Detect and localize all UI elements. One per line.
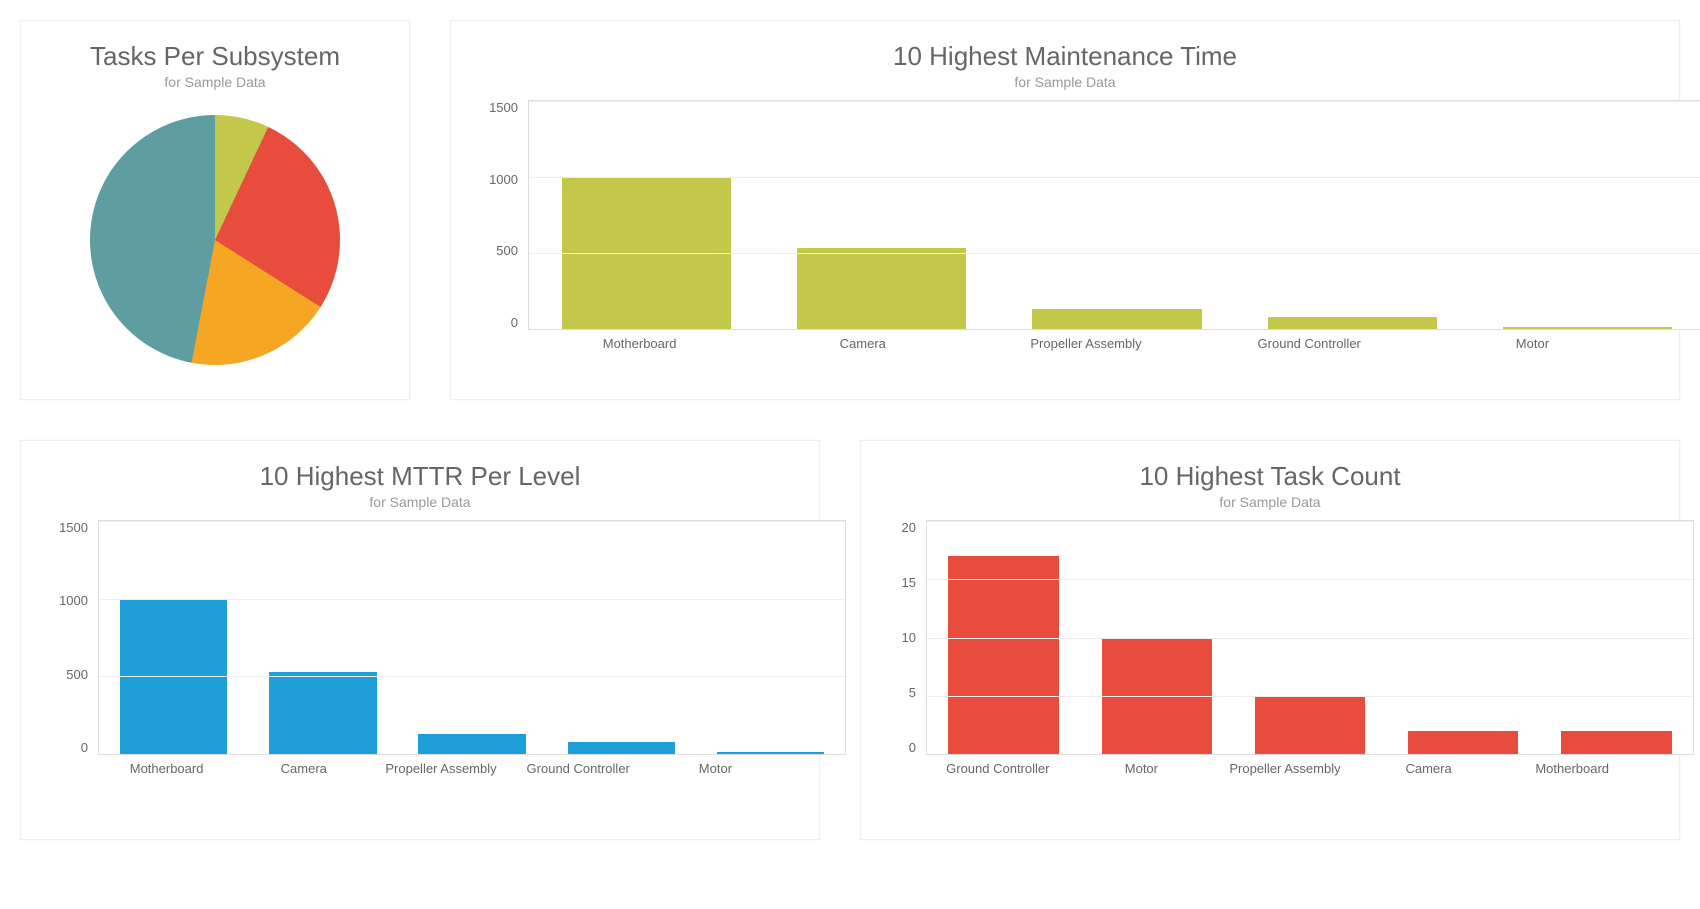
y-tick-label: 1000	[59, 593, 88, 608]
x-tick-label: Camera	[751, 336, 974, 351]
bar-slot	[547, 521, 696, 754]
gridline	[99, 521, 845, 522]
bar-slot	[397, 521, 546, 754]
gridline	[529, 177, 1700, 178]
bar	[797, 248, 966, 329]
bar	[418, 734, 525, 754]
bar	[1503, 327, 1672, 329]
chart-subtitle: for Sample Data	[476, 74, 1654, 90]
x-tick-label: Propeller Assembly	[1213, 761, 1357, 776]
bar	[948, 556, 1058, 754]
x-tick-label: Motor	[647, 761, 784, 776]
y-tick-label: 20	[902, 520, 916, 535]
bar	[1032, 309, 1201, 329]
bar-chart: 150010005000	[98, 520, 846, 755]
bar-slot	[764, 101, 999, 329]
x-tick-label: Motor	[1070, 761, 1214, 776]
bar	[1255, 696, 1365, 754]
x-tick-label: Propeller Assembly	[974, 336, 1197, 351]
gridline	[99, 676, 845, 677]
bar	[269, 672, 376, 754]
pie-chart	[46, 100, 384, 380]
x-tick-label: Motherboard	[98, 761, 235, 776]
x-tick-label: Camera	[235, 761, 372, 776]
chart-subtitle: for Sample Data	[46, 74, 384, 90]
panel-highest-maintenance-time: 10 Highest Maintenance Time for Sample D…	[450, 20, 1680, 400]
gridline	[529, 253, 1700, 254]
y-tick-label: 1500	[59, 520, 88, 535]
x-tick-label: Camera	[1357, 761, 1501, 776]
y-tick-label: 500	[496, 243, 518, 258]
y-tick-label: 5	[909, 685, 916, 700]
x-axis-labels: MotherboardCameraPropeller AssemblyGroun…	[528, 336, 1644, 351]
x-tick-label: Motor	[1421, 336, 1644, 351]
bar	[1561, 731, 1671, 754]
bar-chart: 20151050	[926, 520, 1694, 755]
bar-slot	[99, 521, 248, 754]
gridline	[927, 638, 1693, 639]
chart-title: Tasks Per Subsystem	[46, 41, 384, 72]
x-tick-label: Ground Controller	[926, 761, 1070, 776]
x-tick-label: Motherboard	[1500, 761, 1644, 776]
x-tick-label: Motherboard	[528, 336, 751, 351]
y-tick-label: 0	[511, 315, 518, 330]
chart-title: 10 Highest MTTR Per Level	[46, 461, 794, 492]
y-tick-label: 0	[909, 740, 916, 755]
y-tick-label: 1000	[489, 172, 518, 187]
panel-highest-task-count: 10 Highest Task Count for Sample Data 20…	[860, 440, 1680, 840]
bar-slot	[529, 101, 764, 329]
x-tick-label: Ground Controller	[510, 761, 647, 776]
y-axis: 1500 1000 500 0	[46, 520, 94, 755]
y-axis: 1500 1000 500 0	[476, 100, 524, 330]
bar-slot	[999, 101, 1234, 329]
dashboard: Tasks Per Subsystem for Sample Data 10 H…	[0, 0, 1700, 860]
x-tick-label: Ground Controller	[1198, 336, 1421, 351]
bars	[99, 521, 845, 754]
y-tick-label: 1500	[489, 100, 518, 115]
chart-subtitle: for Sample Data	[886, 494, 1654, 510]
dashboard-row-1: Tasks Per Subsystem for Sample Data 10 H…	[20, 20, 1680, 400]
bar-chart: 150010005000	[528, 100, 1700, 330]
y-tick-label: 500	[66, 667, 88, 682]
gridline	[529, 101, 1700, 102]
bars	[529, 101, 1700, 329]
y-tick-label: 0	[81, 740, 88, 755]
panel-tasks-per-subsystem: Tasks Per Subsystem for Sample Data	[20, 20, 410, 400]
bar	[1268, 317, 1437, 329]
y-tick-label: 15	[902, 575, 916, 590]
plot-area	[98, 520, 846, 755]
gridline	[927, 579, 1693, 580]
y-axis: 20 15 10 5 0	[886, 520, 922, 755]
chart-title: 10 Highest Maintenance Time	[476, 41, 1654, 72]
chart-title: 10 Highest Task Count	[886, 461, 1654, 492]
bar	[1408, 731, 1518, 754]
bar	[717, 752, 824, 754]
plot-area	[926, 520, 1694, 755]
chart-subtitle: for Sample Data	[46, 494, 794, 510]
gridline	[927, 696, 1693, 697]
bar-slot	[696, 521, 845, 754]
bar	[568, 742, 675, 754]
plot-area	[528, 100, 1700, 330]
dashboard-row-2: 10 Highest MTTR Per Level for Sample Dat…	[20, 440, 1680, 840]
x-axis-labels: Ground ControllerMotorPropeller Assembly…	[926, 761, 1644, 776]
bar-slot	[248, 521, 397, 754]
y-tick-label: 10	[902, 630, 916, 645]
bar-slot	[1470, 101, 1700, 329]
x-tick-label: Propeller Assembly	[372, 761, 509, 776]
panel-highest-mttr-per-level: 10 Highest MTTR Per Level for Sample Dat…	[20, 440, 820, 840]
gridline	[927, 521, 1693, 522]
bar-slot	[1235, 101, 1470, 329]
x-axis-labels: MotherboardCameraPropeller AssemblyGroun…	[98, 761, 784, 776]
gridline	[99, 599, 845, 600]
pie-graphic	[90, 115, 340, 365]
